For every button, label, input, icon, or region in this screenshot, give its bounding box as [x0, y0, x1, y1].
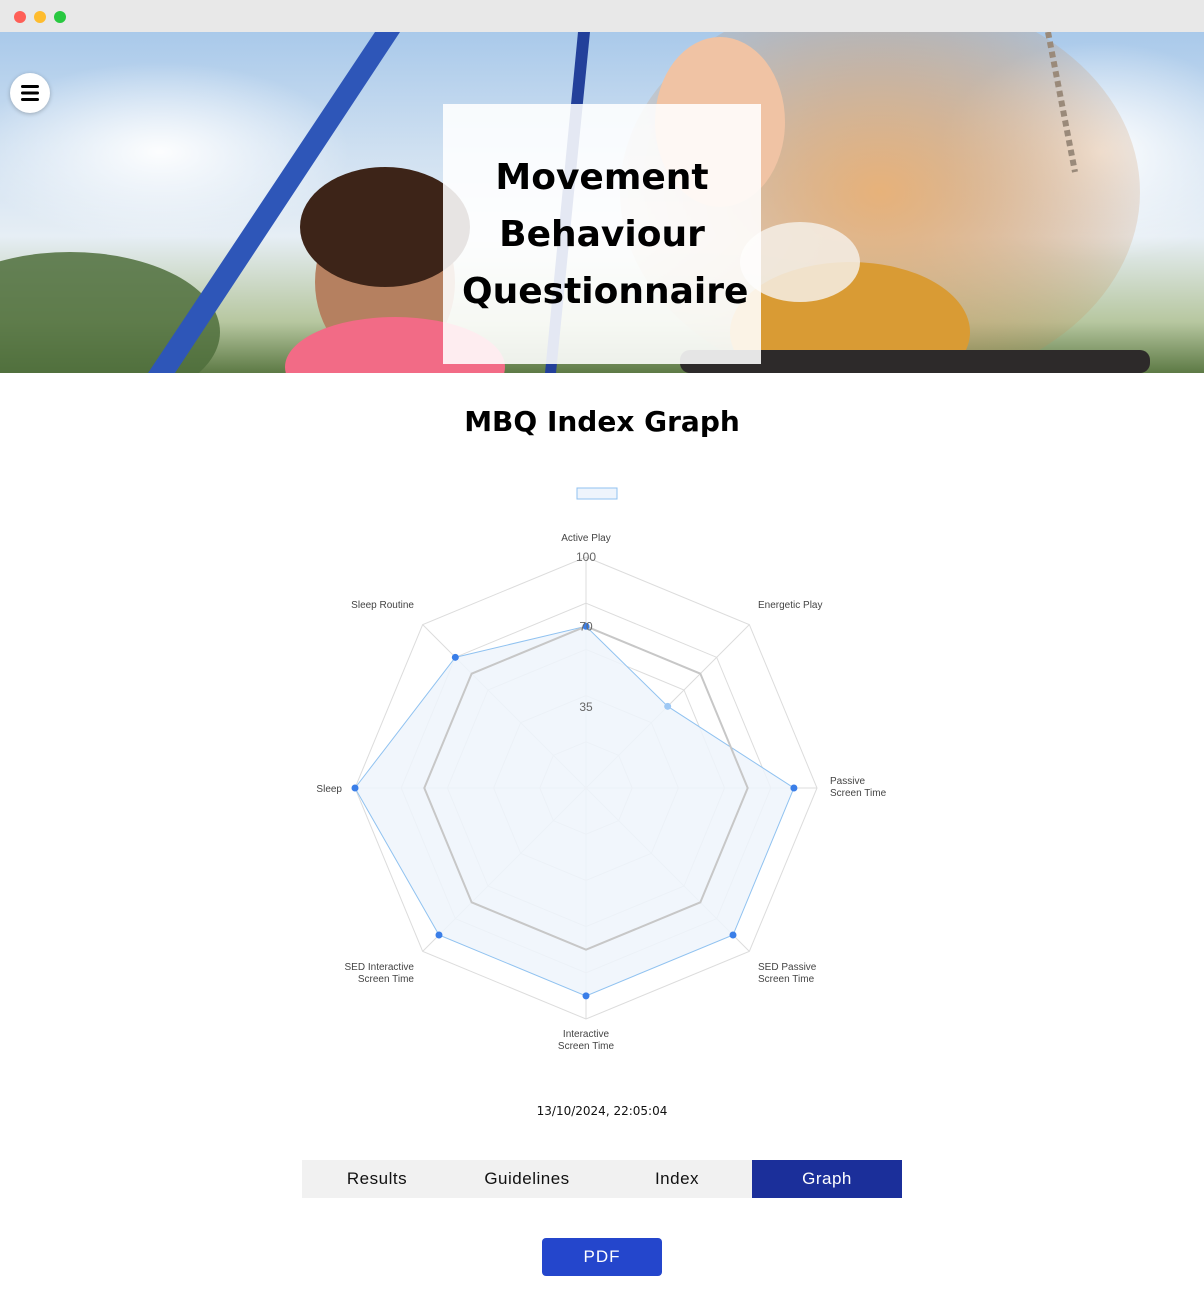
hero-banner: Movement Behaviour Questionnaire	[0, 32, 1204, 373]
series-area	[354, 625, 795, 997]
data-point	[582, 992, 590, 1000]
maximize-window-button[interactable]	[54, 11, 66, 23]
tab-bar: Results Guidelines Index Graph	[302, 1160, 902, 1198]
axis-label: SED Passive Screen Time	[758, 962, 817, 985]
hero-title-line: Questionnaire	[462, 270, 749, 312]
axis-label: Energetic Play	[758, 600, 822, 611]
tab-graph[interactable]: Graph	[752, 1160, 902, 1198]
data-point	[664, 702, 672, 710]
minimize-window-button[interactable]	[34, 11, 46, 23]
tab-guidelines[interactable]: Guidelines	[452, 1160, 602, 1198]
pdf-button[interactable]: PDF	[542, 1238, 662, 1276]
close-window-button[interactable]	[14, 11, 26, 23]
data-point	[729, 931, 737, 939]
menu-button[interactable]	[10, 73, 50, 113]
window-titlebar	[0, 0, 1204, 32]
tick-label: 100	[576, 550, 596, 564]
data-point	[351, 784, 359, 792]
axis-label: Sleep	[316, 784, 342, 795]
hero-title-line: Behaviour	[499, 213, 705, 255]
hero-title-box: Movement Behaviour Questionnaire	[443, 104, 761, 364]
data-point	[790, 784, 798, 792]
axis-label: Interactive Screen Time	[558, 1029, 615, 1052]
tick-label: 35	[579, 700, 593, 714]
legend-swatch	[576, 487, 618, 500]
hero-title-line: Movement	[495, 156, 709, 198]
tab-index[interactable]: Index	[602, 1160, 752, 1198]
timestamp: 13/10/2024, 22:05:04	[536, 1104, 668, 1118]
axis-label: Sleep Routine	[351, 600, 414, 611]
section-title: MBQ Index Graph	[464, 405, 740, 438]
hero-title: Movement Behaviour Questionnaire	[462, 149, 748, 320]
radar-chart: 35 70 100 Active Play Energetic Play Passive S…	[316, 487, 887, 1052]
hamburger-menu-icon	[21, 85, 39, 101]
tick-label: 70	[579, 619, 593, 633]
tab-results[interactable]: Results	[302, 1160, 452, 1198]
data-point	[451, 653, 459, 661]
axis-label: Active Play	[561, 533, 610, 544]
axis-label: Passive Screen Time	[830, 776, 887, 799]
axis-label: SED Interactive Screen Time	[345, 962, 415, 985]
data-point	[435, 931, 443, 939]
